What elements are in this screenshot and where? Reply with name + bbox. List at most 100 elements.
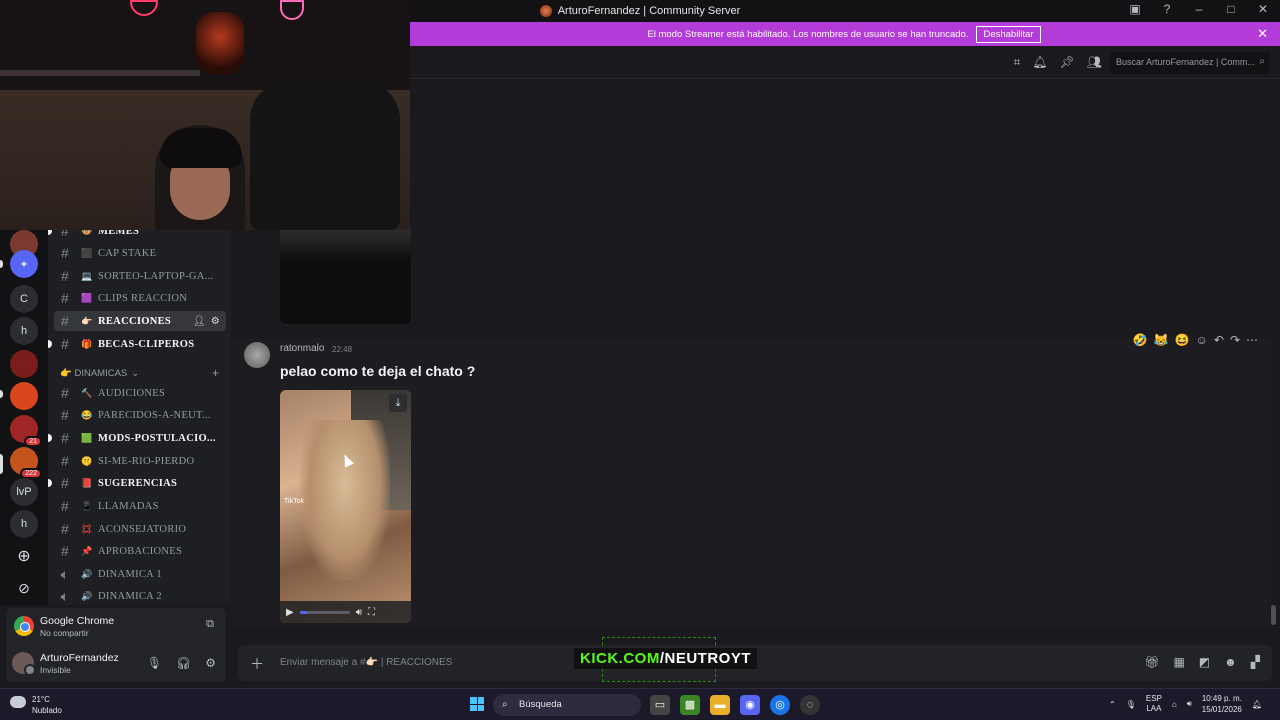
- server-rail: ✦ C h 21 222 lvP h ⊕ ⊘: [0, 230, 48, 605]
- network-icon[interactable]: ⌂: [1172, 700, 1177, 709]
- gear-icon[interactable]: ⚙: [211, 316, 220, 327]
- members-icon[interactable]: 👥︎: [1087, 55, 1102, 70]
- voice-channel-dinamica-2[interactable]: 🔈︎ 🔊 DINAMICA 2: [54, 586, 226, 606]
- reaction-cat[interactable]: 😹: [1154, 333, 1169, 347]
- language-indicator[interactable]: ESP LAA: [1146, 694, 1162, 714]
- message-input[interactable]: Enviar mensaje a #👉🏻 | REACCIONES: [280, 657, 452, 668]
- channel-emoji: 💻: [81, 270, 93, 281]
- maximize-icon[interactable]: □: [1222, 2, 1240, 16]
- reaction-rofl[interactable]: 🤣: [1133, 333, 1148, 347]
- chevron-up-icon[interactable]: ⌃: [1109, 700, 1116, 709]
- reaction-laugh[interactable]: 😆: [1175, 333, 1190, 347]
- channel-aconsejatorio[interactable]: # 💢 ACONSEJATORIO: [54, 519, 226, 539]
- username: ArturoFernandez: [40, 652, 119, 664]
- server-h2[interactable]: h: [10, 510, 38, 538]
- close-window-icon[interactable]: ✕: [1254, 2, 1272, 16]
- gear-icon[interactable]: ⚙: [205, 656, 216, 670]
- volume-icon[interactable]: 🔊︎: [1187, 699, 1192, 709]
- bell-icon[interactable]: 🔔︎: [1032, 55, 1047, 70]
- voice-channel-dinamica-1[interactable]: 🔈︎ 🔊 DINAMICA 1: [54, 564, 226, 584]
- gif-icon[interactable]: ▦: [1173, 655, 1184, 669]
- discord-icon[interactable]: ◉: [740, 695, 760, 715]
- server-avatar-orange[interactable]: [10, 382, 38, 410]
- channel-sorteo[interactable]: # 💻 SORTEO-LAPTOP-GA...: [54, 266, 226, 286]
- previous-media-attachment[interactable]: [280, 229, 411, 324]
- unread-pill: [0, 390, 3, 398]
- close-banner-icon[interactable]: ✕: [1257, 26, 1268, 42]
- notification-bell-icon[interactable]: 🔔︎: [1252, 700, 1262, 709]
- channel-name: APROBACIONES: [98, 545, 183, 557]
- task-view-icon[interactable]: ▭: [650, 695, 670, 715]
- channel-emoji: 🤫: [81, 455, 93, 466]
- add-channel-icon[interactable]: +: [212, 366, 219, 380]
- avatar[interactable]: [12, 652, 36, 676]
- server-avatar-222[interactable]: 222: [10, 447, 42, 479]
- emoji-icon[interactable]: ☻: [1224, 655, 1237, 669]
- windows-start-icon[interactable]: [470, 697, 484, 711]
- server-avatar-purple[interactable]: ✦: [10, 250, 38, 278]
- chrome-icon[interactable]: ◎: [770, 695, 790, 715]
- taskbar-search[interactable]: ⌕ Búsqueda: [493, 694, 641, 716]
- microphone-icon[interactable]: 🎙︎: [1126, 700, 1136, 709]
- message-text: pelao como te deja el chato ?: [280, 363, 476, 379]
- channel-si-me-rio[interactable]: # 🤫 SI-ME-RIO-PIERDO: [54, 451, 226, 471]
- help-icon[interactable]: ?: [1158, 2, 1176, 16]
- reply-icon[interactable]: ↶: [1214, 333, 1224, 347]
- invite-icon[interactable]: 👤︎: [193, 316, 206, 327]
- threads-icon[interactable]: ⌗: [1014, 55, 1021, 70]
- video-progress-bar[interactable]: [299, 610, 350, 614]
- channel-name: SUGERENCIAS: [98, 477, 178, 489]
- headphones-icon[interactable]: 🎧︎: [176, 656, 191, 670]
- gift-icon[interactable]: 🎁︎: [1144, 655, 1159, 669]
- channel-becas[interactable]: # 🎁 BECAS-CLIPEROS: [48, 334, 226, 354]
- channel-aprobaciones[interactable]: # 📌 APROBACIONES: [54, 541, 226, 561]
- download-icon[interactable]: ⤓: [389, 394, 407, 412]
- file-explorer-icon[interactable]: ▬: [710, 695, 730, 715]
- add-reaction-icon[interactable]: ☺: [1196, 333, 1208, 347]
- disable-streamer-button[interactable]: Deshabilitar: [976, 25, 1041, 43]
- obs-icon[interactable]: ◌: [800, 695, 820, 715]
- clock[interactable]: 10:49 p. m. 15/01/2026: [1202, 693, 1242, 715]
- attach-plus-icon[interactable]: ＋: [250, 654, 264, 674]
- search-input[interactable]: Buscar ArturoFernandez | Comm... ⌕: [1110, 52, 1270, 74]
- video-attachment[interactable]: ⤓ TikTok ▶ 🔊︎ ⛶: [280, 390, 411, 623]
- scrollbar[interactable]: [1271, 605, 1276, 625]
- minimize-icon[interactable]: –: [1190, 2, 1208, 16]
- video-subject: [300, 420, 390, 580]
- hash-icon: #: [60, 475, 70, 491]
- message-author[interactable]: ratonmalo: [280, 343, 324, 354]
- server-avatar-21[interactable]: 21: [10, 415, 42, 447]
- microphone-icon[interactable]: 🎙︎: [147, 656, 162, 670]
- activity-status: No compartir: [40, 628, 89, 638]
- play-icon[interactable]: ▶: [286, 607, 294, 618]
- category-dinamicas[interactable]: 👉 DINAMICAS ⌄: [60, 368, 139, 379]
- channel-cap-stake[interactable]: # ⬛ CAP STAKE: [54, 243, 226, 263]
- forward-icon[interactable]: ↷: [1230, 333, 1240, 347]
- channel-parecidos[interactable]: # 😂 PARECIDOS-A-NEUT...: [54, 405, 226, 425]
- channel-sugerencias[interactable]: # 📕 SUGERENCIAS: [48, 473, 226, 493]
- server-h[interactable]: h: [10, 317, 38, 345]
- clock-time: 10:49 p. m.: [1201, 694, 1242, 703]
- apps-icon[interactable]: ▞: [1251, 655, 1260, 669]
- sticker-icon[interactable]: ◩: [1199, 655, 1210, 669]
- inbox-icon[interactable]: ▣: [1126, 2, 1144, 16]
- server-avatar-red[interactable]: [10, 350, 38, 378]
- message-avatar[interactable]: [244, 342, 270, 368]
- discover-icon[interactable]: ⊘: [10, 574, 38, 602]
- fullscreen-icon[interactable]: ⛶: [368, 607, 375, 618]
- channel-clips[interactable]: # 🟪 CLIPS REACCION: [54, 288, 226, 308]
- screen-share-icon[interactable]: ⧉: [206, 618, 214, 631]
- server-c[interactable]: C: [10, 285, 38, 313]
- pin-icon[interactable]: 📌︎: [1060, 55, 1075, 70]
- more-icon[interactable]: ⋯: [1246, 333, 1258, 347]
- channel-llamadas[interactable]: # 📱 LLAMADAS: [54, 496, 226, 516]
- channel-mods[interactable]: # 🟩 MODS-POSTULACIO...: [48, 428, 226, 448]
- minecraft-icon[interactable]: ▩: [680, 695, 700, 715]
- user-status: Invisible: [40, 665, 71, 675]
- volume-icon[interactable]: 🔊︎: [356, 607, 362, 618]
- channel-audiciones[interactable]: # 🔨 AUDICIONES: [54, 383, 226, 403]
- server-lvp[interactable]: lvP: [10, 478, 38, 506]
- weather-widget[interactable]: 21°C Nublado: [10, 694, 62, 716]
- channel-reacciones[interactable]: # 👉🏻 REACCIONES 👤︎ ⚙: [54, 311, 226, 331]
- add-server-icon[interactable]: ⊕: [10, 542, 38, 570]
